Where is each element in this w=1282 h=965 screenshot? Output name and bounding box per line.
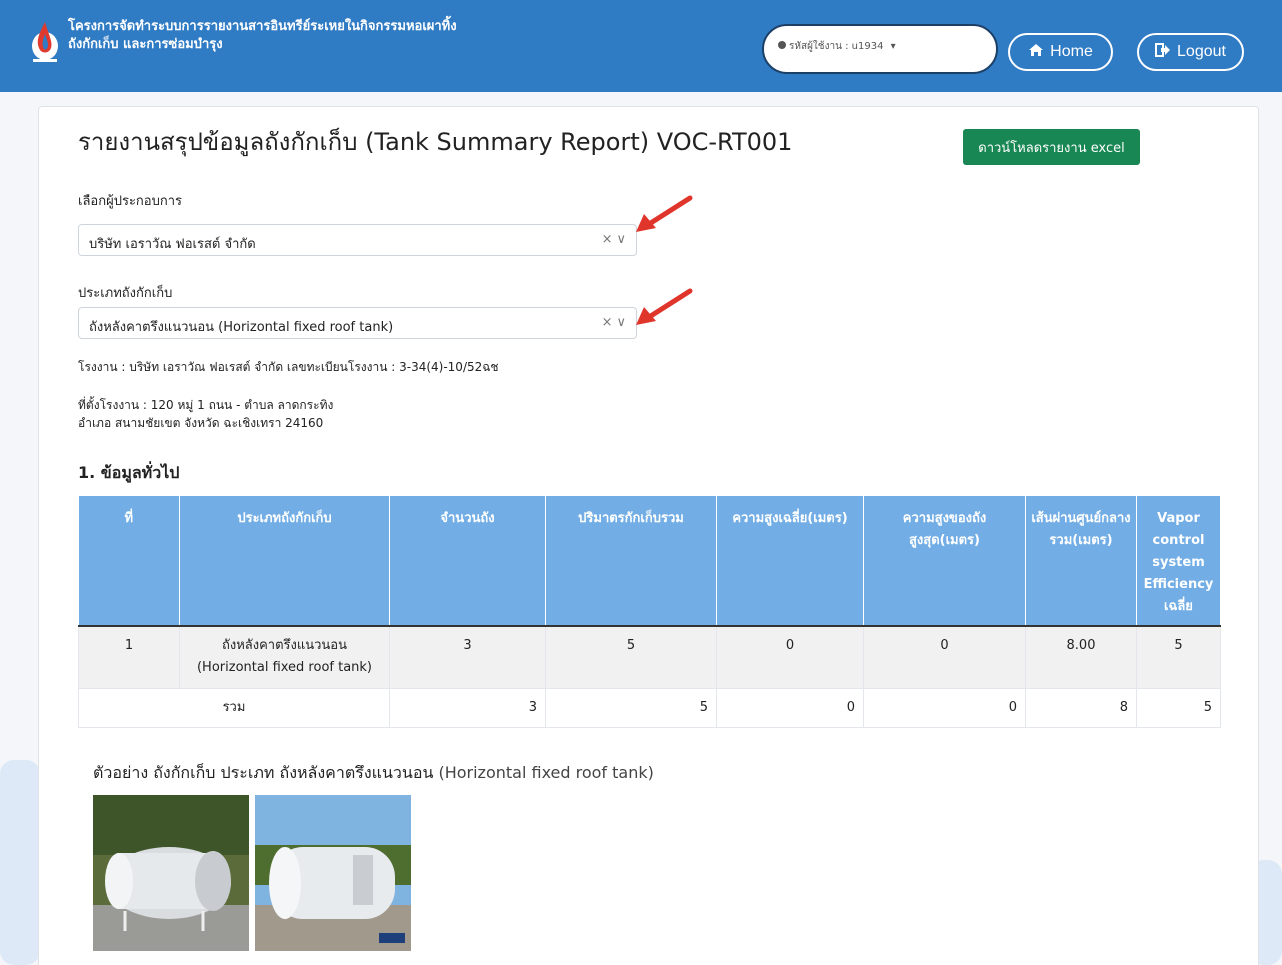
operator-label: เลือกผู้ประกอบการ	[78, 194, 183, 209]
top-navbar: โครงการจัดทำระบบการรายงานสารอินทรีย์ระเห…	[0, 0, 1282, 92]
total-avg-height: 0	[716, 687, 864, 728]
tank-type-en: (Horizontal fixed roof tank)	[196, 660, 373, 675]
total-efficiency: 5	[1136, 687, 1221, 728]
table-header-row: ที่ ประเภทถังกักเก็บ จำนวนถัง ปริมาตรกัก…	[78, 496, 1221, 627]
tank-photo	[255, 795, 411, 951]
column-header: ที่	[78, 496, 180, 627]
column-header: ปริมาตรกักเก็บรวม	[545, 496, 717, 627]
cell-tank-type: ถังหลังคาตรึงแนวนอน (Horizontal fixed ro…	[179, 625, 390, 689]
cell-avg-height: 0	[716, 625, 864, 689]
brand[interactable]: โครงการจัดทำระบบการรายงานสารอินทรีย์ระเห…	[30, 18, 457, 66]
app-title-line2: ถังกักเก็บ และการซ่อมบำรุง	[68, 37, 223, 52]
download-excel-button[interactable]: ดาวน์โหลดรายงาน excel	[963, 129, 1140, 165]
address-line2: อำเภอ สนามชัยเขต จังหวัด ฉะเชิงเทรา 2416…	[78, 416, 324, 430]
total-label: รวม	[78, 687, 390, 728]
column-header: ความสูงเฉลี่ย(เมตร)	[716, 496, 864, 627]
flame-logo-icon	[30, 18, 60, 66]
user-icon	[778, 41, 786, 49]
tank-type-value: ถังหลังคาตรึงแนวนอน (Horizontal fixed ro…	[89, 320, 394, 335]
factory-address: ที่ตั้งโรงงาน : 120 หมู่ 1 ถนน - ตำบล ลา…	[78, 396, 333, 432]
clear-icon[interactable]: ×	[602, 232, 617, 247]
tank-type-label: ประเภทถังกักเก็บ	[78, 286, 173, 301]
cell-efficiency: 5	[1136, 625, 1221, 689]
example-title-en: (Horizontal fixed roof tank)	[433, 763, 654, 782]
total-row: รวม 3 5 0 0 8 5	[78, 687, 1221, 728]
total-max-height: 0	[863, 687, 1026, 728]
column-header: ประเภทถังกักเก็บ	[179, 496, 390, 627]
annotation-arrow-icon	[636, 195, 693, 232]
tank-type-th: ถังหลังคาตรึงแนวนอน	[221, 638, 348, 653]
cell-max-height: 0	[863, 625, 1026, 689]
user-menu[interactable]: รหัสผู้ใช้งาน : u1934 ▾	[762, 24, 998, 74]
operator-select[interactable]: บริษัท เอราวัณ ฟอเรสต์ จำกัด ×∨	[78, 224, 637, 256]
home-label: Home	[1050, 43, 1093, 60]
section-title: 1. ข้อมูลทั่วไป	[78, 463, 180, 482]
app-title-line1: โครงการจัดทำระบบการรายงานสารอินทรีย์ระเห…	[68, 19, 457, 34]
chevron-down-icon[interactable]: ∨	[616, 315, 630, 330]
user-label: รหัสผู้ใช้งาน : u1934	[789, 41, 884, 52]
example-title-th: ตัวอย่าง ถังกักเก็บ ประเภท ถังหลังคาตรึง…	[93, 763, 434, 782]
home-icon	[1028, 43, 1044, 62]
tank-photo	[93, 795, 249, 951]
cell-no: 1	[78, 625, 180, 689]
cell-volume: 5	[545, 625, 717, 689]
column-header: ความสูงของถังสูงสุด(เมตร)	[863, 496, 1026, 627]
tank-type-select[interactable]: ถังหลังคาตรึงแนวนอน (Horizontal fixed ro…	[78, 307, 637, 339]
home-button[interactable]: Home	[1008, 33, 1113, 71]
factory-info: โรงงาน : บริษัท เอราวัณ ฟอเรสต์ จำกัด เล…	[78, 360, 499, 374]
column-header: จำนวนถัง	[389, 496, 546, 627]
column-header: เส้นผ่านศูนย์กลางรวม(เมตร)	[1025, 496, 1137, 627]
table-row: 1 ถังหลังคาตรึงแนวนอน (Horizontal fixed …	[78, 625, 1221, 689]
summary-table: ที่ ประเภทถังกักเก็บ จำนวนถัง ปริมาตรกัก…	[78, 496, 1221, 728]
logout-label: Logout	[1177, 43, 1226, 60]
logout-button[interactable]: Logout	[1137, 33, 1244, 71]
address-line1: ที่ตั้งโรงงาน : 120 หมู่ 1 ถนน - ตำบล ลา…	[78, 398, 334, 412]
total-volume: 5	[545, 687, 717, 728]
background-decoration	[0, 760, 40, 965]
chevron-down-icon[interactable]: ∨	[616, 232, 630, 247]
caret-down-icon: ▾	[890, 41, 896, 52]
operator-value: บริษัท เอราวัณ ฟอเรสต์ จำกัด	[89, 237, 256, 252]
total-count: 3	[389, 687, 546, 728]
clear-icon[interactable]: ×	[602, 315, 617, 330]
example-title: ตัวอย่าง ถังกักเก็บ ประเภท ถังหลังคาตรึง…	[93, 761, 654, 786]
cell-count: 3	[389, 625, 546, 689]
annotation-arrow-icon	[636, 288, 693, 325]
page-title: รายงานสรุปข้อมูลถังกักเก็บ (Tank Summary…	[78, 128, 793, 156]
logout-icon	[1155, 42, 1171, 62]
cell-diameter: 8.00	[1025, 625, 1137, 689]
column-header: Vapor control system Efficiency เฉลี่ย	[1136, 496, 1221, 627]
total-diameter: 8	[1025, 687, 1137, 728]
